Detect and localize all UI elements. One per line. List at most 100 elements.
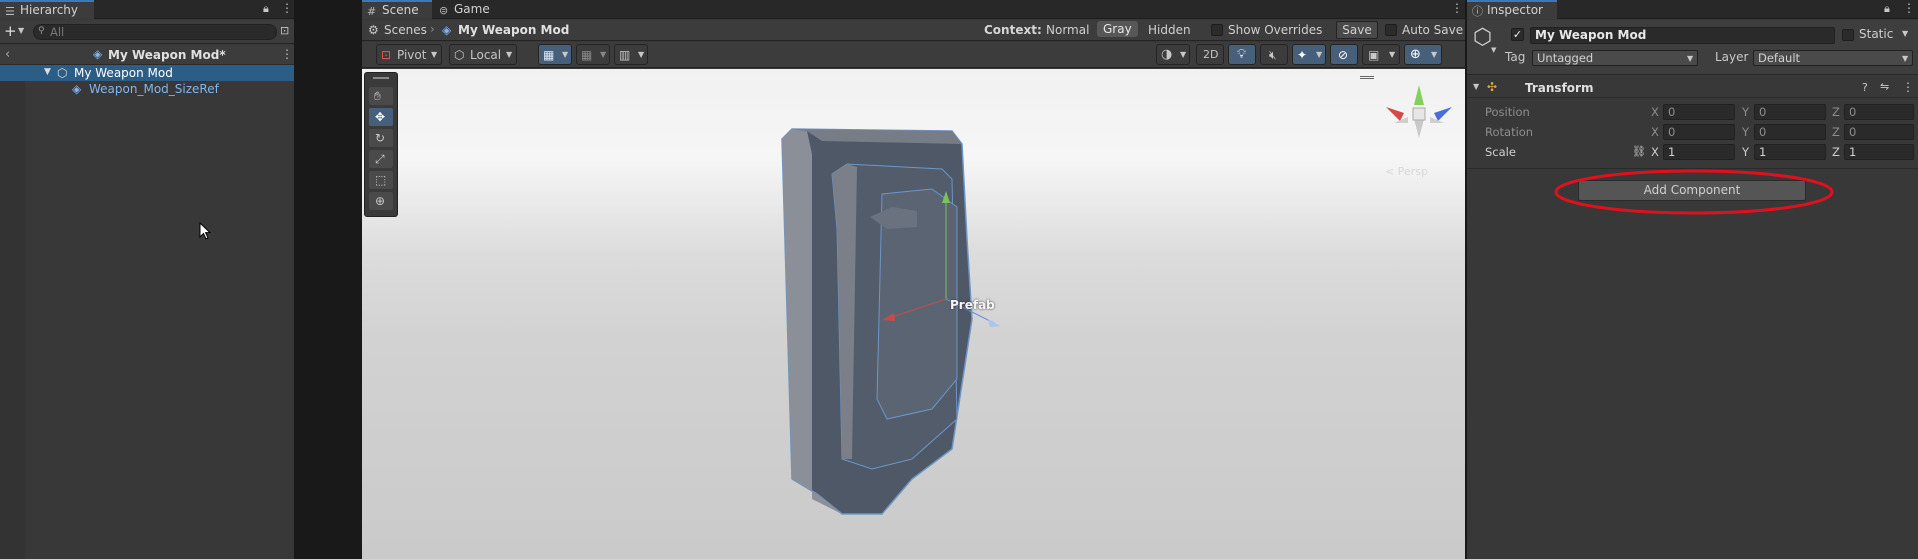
grid-icon: ▦ bbox=[543, 48, 555, 62]
inspector-panel: ⓘ Inspector 🔒︎ ⋮ ⬡ ▼ ✓ My Weapon Mod Sta… bbox=[1467, 0, 1918, 559]
breadcrumb-current[interactable]: My Weapon Mod bbox=[458, 23, 569, 37]
rotation-x-value: 0 bbox=[1668, 125, 1676, 139]
transform-header[interactable]: ▼ ✣ Transform ? ⇋ ⋮ bbox=[1467, 78, 1918, 98]
object-name-field[interactable]: My Weapon Mod bbox=[1530, 27, 1835, 44]
orientation-gizmo[interactable] bbox=[1374, 83, 1464, 153]
constrain-proportions-icon[interactable]: ⛓︎ bbox=[1632, 146, 1646, 157]
show-overrides-checkbox[interactable] bbox=[1211, 24, 1223, 36]
prefab-cube-icon: ◈ bbox=[72, 82, 82, 96]
scene-viewport[interactable]: Prefab ✋︎ ✥ ↻ ⤢ ⬚ ⊕ < Persp bbox=[362, 69, 1465, 559]
kebab-menu-icon[interactable]: ⋮ bbox=[1903, 2, 1915, 14]
rotation-x-field[interactable]: 0 bbox=[1663, 124, 1735, 140]
camera-dropdown[interactable]: ▣ ▼ bbox=[1362, 44, 1400, 65]
chevron-down-icon[interactable]: ▼ bbox=[1491, 47, 1496, 54]
kebab-menu-icon[interactable]: ⋮ bbox=[1451, 2, 1463, 14]
search-icon: ⚲ bbox=[38, 26, 45, 36]
auto-save-checkbox[interactable] bbox=[1385, 24, 1397, 36]
scene-grid-icon: # bbox=[367, 5, 377, 18]
context-option-normal[interactable]: Normal bbox=[1046, 23, 1089, 37]
scale-x-field[interactable]: 1 bbox=[1663, 144, 1735, 160]
kebab-menu-icon[interactable]: ⋮ bbox=[281, 48, 293, 60]
tool-hand[interactable]: ✋︎ bbox=[369, 87, 393, 105]
tool-scale[interactable]: ⤢ bbox=[369, 150, 393, 168]
transform-axes-icon: ✣ bbox=[1487, 80, 1498, 94]
tool-rect[interactable]: ⬚ bbox=[369, 171, 393, 189]
static-checkbox[interactable] bbox=[1842, 29, 1854, 41]
position-y-field[interactable]: 0 bbox=[1754, 104, 1826, 120]
increment-snap-icon: ▥ bbox=[619, 48, 631, 62]
effects-toggle[interactable]: ✦ ▼ bbox=[1292, 44, 1326, 65]
position-x-field[interactable]: 0 bbox=[1663, 104, 1735, 120]
show-overrides-label: Show Overrides bbox=[1228, 23, 1323, 37]
lock-icon[interactable]: 🔒︎ bbox=[263, 3, 269, 14]
context-option-hidden[interactable]: Hidden bbox=[1148, 23, 1191, 37]
context-label: Context: bbox=[984, 23, 1042, 37]
local-dropdown[interactable]: ⬡ Local ▼ bbox=[449, 44, 517, 65]
mode-2d-toggle[interactable]: 2D bbox=[1196, 44, 1224, 65]
back-chevron-icon[interactable]: ‹ bbox=[5, 48, 10, 61]
tab-scene[interactable]: # Scene bbox=[362, 0, 432, 19]
tab-inspector-label: Inspector bbox=[1487, 3, 1543, 17]
layer-value: Default bbox=[1758, 51, 1801, 65]
preset-sliders-icon[interactable]: ⇋ bbox=[1880, 81, 1889, 92]
move-icon: ✥ bbox=[375, 110, 386, 124]
increment-snap-toggle[interactable]: ▥ ▼ bbox=[614, 44, 648, 65]
help-icon[interactable]: ? bbox=[1862, 82, 1868, 93]
tool-move[interactable]: ✥ bbox=[369, 108, 393, 126]
scene-visibility-toggle[interactable]: ⊘ bbox=[1330, 44, 1358, 65]
active-checkbox[interactable]: ✓ bbox=[1511, 28, 1524, 41]
hierarchy-item-child[interactable]: ◈ Weapon_Mod_SizeRef bbox=[0, 81, 294, 97]
chevron-down-icon: ▼ bbox=[506, 50, 513, 59]
scale-z-field[interactable]: 1 bbox=[1844, 144, 1914, 160]
lock-icon[interactable]: 🔒︎ bbox=[1884, 3, 1890, 14]
chevron-down-icon: ▼ bbox=[431, 50, 438, 59]
tool-rotate[interactable]: ↻ bbox=[369, 129, 393, 147]
effects-icon: ✦ bbox=[1297, 48, 1308, 62]
tab-inspector[interactable]: ⓘ Inspector bbox=[1467, 0, 1557, 19]
position-z-value: 0 bbox=[1849, 105, 1857, 119]
tag-label: Tag bbox=[1505, 50, 1526, 64]
rotation-y-field[interactable]: 0 bbox=[1754, 124, 1826, 140]
grid-toggle[interactable]: ▦ ▼ bbox=[538, 44, 572, 65]
tab-hierarchy[interactable]: ☰ Hierarchy bbox=[0, 0, 94, 19]
persp-label[interactable]: < Persp bbox=[1385, 165, 1428, 178]
pivot-dropdown[interactable]: ⊡ Pivot ▼ bbox=[376, 44, 442, 65]
hierarchy-item-label: My Weapon Mod bbox=[74, 66, 173, 80]
foldout-arrow-icon[interactable]: ▼ bbox=[44, 68, 51, 77]
rotation-z-field[interactable]: 0 bbox=[1844, 124, 1914, 140]
hierarchy-search-input[interactable]: ⚲ All bbox=[33, 24, 277, 40]
tab-hierarchy-label: Hierarchy bbox=[20, 3, 79, 17]
tool-transform[interactable]: ⊕ bbox=[369, 192, 393, 210]
breadcrumb-scenes[interactable]: Scenes bbox=[384, 23, 427, 37]
overlay-menu-icon[interactable] bbox=[1360, 76, 1374, 79]
position-label: Position bbox=[1485, 105, 1530, 119]
transform-title: Transform bbox=[1525, 81, 1594, 95]
tab-game[interactable]: ⊜ Game bbox=[434, 0, 496, 19]
scale-y-field[interactable]: 1 bbox=[1754, 144, 1826, 160]
position-z-field[interactable]: 0 bbox=[1844, 104, 1914, 120]
foldout-arrow-icon[interactable]: ▼ bbox=[1473, 83, 1479, 91]
tool-palette-handle[interactable] bbox=[373, 77, 389, 79]
kebab-menu-icon[interactable]: ⋮ bbox=[281, 2, 293, 14]
kebab-menu-icon[interactable]: ⋮ bbox=[1902, 81, 1914, 93]
layer-dropdown[interactable]: Default ▼ bbox=[1753, 50, 1913, 66]
gizmos-dropdown[interactable]: ⊕ ▼ bbox=[1404, 44, 1442, 65]
scale-icon: ⤢ bbox=[375, 152, 385, 166]
hierarchy-item-root[interactable]: ▼ ⬡ My Weapon Mod bbox=[0, 65, 294, 81]
transform-position-row: Position X 0 Y 0 Z 0 bbox=[1467, 103, 1918, 121]
chevron-down-icon[interactable]: ▼ bbox=[18, 27, 24, 35]
hand-icon: ✋︎ bbox=[374, 89, 381, 103]
gameobject-icon: ⬡ bbox=[1473, 25, 1493, 50]
lighting-toggle[interactable]: 💡︎ bbox=[1228, 44, 1256, 65]
add-icon[interactable]: + bbox=[4, 24, 17, 39]
tag-dropdown[interactable]: Untagged ▼ bbox=[1532, 50, 1698, 66]
draw-mode-dropdown[interactable]: ◑ ▼ bbox=[1156, 44, 1190, 65]
audio-toggle[interactable]: 🔇︎ bbox=[1260, 44, 1288, 65]
context-option-gray[interactable]: Gray bbox=[1097, 21, 1138, 37]
scene-search-icon[interactable]: ⊡ bbox=[280, 25, 289, 36]
chevron-down-icon[interactable]: ▼ bbox=[1902, 30, 1908, 38]
save-button[interactable]: Save bbox=[1336, 21, 1378, 39]
scene-panel: # Scene ⊜ Game ⋮ ⚙ Scenes › ◈ My Weapon … bbox=[362, 0, 1465, 559]
snap-toggle[interactable]: ▦ ▼ bbox=[576, 44, 610, 65]
axis-x-label: X bbox=[1651, 125, 1659, 139]
